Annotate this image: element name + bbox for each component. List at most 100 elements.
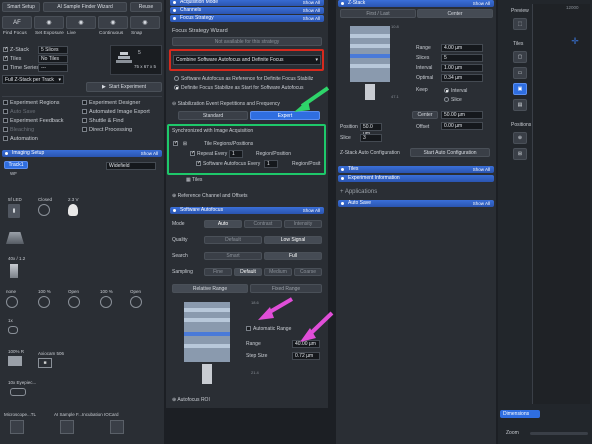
z-field-input-1[interactable]: 5 (441, 54, 483, 62)
bottom-tab-icon-2[interactable] (110, 420, 124, 434)
exp-option-value-1[interactable]: No Tiles (38, 55, 68, 63)
af-option-1-0[interactable]: Default (204, 236, 262, 244)
start-auto-config-button[interactable]: Start Auto Configuration (410, 148, 490, 157)
imaging-setup-header[interactable]: Imaging Setup Show All (2, 150, 162, 157)
positions-tool-1[interactable]: ⊕ (513, 132, 527, 144)
auto-save-header[interactable]: Auto Save Show All (338, 200, 494, 207)
fixed-range-tab[interactable]: Fixed Range (250, 284, 322, 293)
z-field-input-0[interactable]: 4.00 µm (441, 44, 483, 52)
reuse-button[interactable]: Reuse (130, 2, 162, 12)
sa-every-input[interactable]: 1 (264, 160, 278, 168)
position-input[interactable]: 50.0 µm (360, 123, 382, 137)
exp-option-value-0[interactable]: 5 Slices (38, 46, 68, 54)
af-option-1-1[interactable]: Low Signal (264, 236, 322, 244)
ai-sample-finder-button[interactable]: AI Sample Finder Wizard (43, 2, 127, 12)
offset-input[interactable]: 0.00 µm (441, 122, 483, 130)
light-path-component-icon-4[interactable] (130, 296, 142, 308)
af-option-3-0[interactable]: Fine (204, 268, 232, 276)
feature-checkbox-b2[interactable] (82, 118, 87, 123)
center-input[interactable]: 50.00 µm (441, 111, 483, 119)
bottom-tab-icon-0[interactable] (10, 420, 24, 434)
tiles-tool-4[interactable]: ▤ (513, 99, 527, 111)
zoom-slider[interactable] (530, 432, 588, 435)
experiment-info-header[interactable]: Experiment Information (338, 175, 494, 182)
keep-interval-radio[interactable] (444, 88, 449, 93)
step-size-input[interactable]: 0.72 µm (292, 352, 320, 360)
af-option-3-3[interactable]: Coarse (294, 268, 322, 276)
show-all-toggle[interactable]: Show All (473, 0, 490, 7)
objective-icon[interactable] (10, 264, 18, 278)
feature-checkbox-b0[interactable] (82, 100, 87, 105)
center-button[interactable]: Center (412, 111, 438, 119)
radio-df-start[interactable] (174, 85, 179, 90)
preview-button[interactable]: ⬚ (513, 18, 527, 30)
tiles-tool-3[interactable]: ▣ (513, 83, 527, 95)
relative-range-tab[interactable]: Relative Range (172, 284, 248, 293)
tool-icon-button-3[interactable]: ◉ (98, 16, 128, 29)
positions-tool-2[interactable]: ⊞ (513, 148, 527, 160)
light-path-component-icon-0[interactable] (6, 296, 18, 308)
exp-option-checkbox-0[interactable] (3, 46, 8, 52)
af-option-2-1[interactable]: Full (264, 252, 322, 260)
sa-every-checkbox[interactable] (196, 160, 201, 166)
dimensions-tab[interactable]: Dimensions (500, 410, 540, 418)
tool-icon-button-4[interactable]: ◉ (130, 16, 160, 29)
sync-checkbox[interactable] (173, 140, 178, 146)
light-path-component-icon-2[interactable] (68, 296, 80, 308)
standard-button[interactable]: Standard (178, 111, 248, 120)
tiles-header[interactable]: Tiles Show All (338, 166, 494, 173)
track1-button[interactable]: Track1 (4, 161, 28, 169)
feature-checkbox-a0[interactable] (3, 100, 8, 105)
show-all-toggle[interactable]: Show All (141, 150, 158, 157)
exp-option-checkbox-1[interactable] (3, 55, 8, 61)
middle-header-2[interactable]: Focus Strategy Show All (170, 15, 324, 22)
show-all-toggle[interactable]: Show All (473, 166, 490, 173)
camera-icon[interactable]: ■ (38, 358, 52, 368)
shutter-icon[interactable] (38, 204, 50, 216)
keep-slice-radio[interactable] (444, 97, 449, 102)
af-option-3-1[interactable]: Default (234, 268, 262, 276)
software-autofocus-header[interactable]: Software Autofocus Show All (170, 207, 324, 214)
repeat-input[interactable]: 1 (229, 150, 243, 158)
tool-icon-button-0[interactable]: AF (2, 16, 32, 29)
reflector-icon[interactable] (8, 356, 22, 366)
first-last-tab[interactable]: First / Last (340, 9, 416, 18)
light-path-component-icon-3[interactable] (100, 296, 112, 308)
track-select[interactable]: Full Z-Stack per Track ▾ (2, 75, 64, 84)
feature-checkbox-a3[interactable] (3, 127, 8, 132)
middle-header-0[interactable]: Acquisition Mode Show All (170, 0, 324, 6)
lamp-bulb-icon[interactable] (68, 204, 78, 216)
tiles-tool-1[interactable]: ▢ (513, 51, 527, 63)
automatic-range-checkbox[interactable] (246, 326, 251, 331)
tool-icon-button-1[interactable]: ◉ (34, 16, 64, 29)
repeat-checkbox[interactable] (190, 150, 195, 156)
exp-option-checkbox-2[interactable] (3, 65, 8, 70)
center-tab[interactable]: Center (417, 9, 493, 18)
tiles-tool-2[interactable]: ▭ (513, 67, 527, 79)
radio-sw-af-reference[interactable] (174, 76, 179, 81)
start-experiment-button[interactable]: ▶ Start Experiment (86, 82, 162, 92)
smart-setup-button[interactable]: Smart Setup (2, 2, 40, 12)
show-all-toggle[interactable]: Show All (303, 0, 320, 6)
z-stack-header[interactable]: Z-Stack Show All (338, 0, 494, 7)
middle-header-1[interactable]: Channels Show All (170, 7, 324, 14)
bottom-tab-icon-1[interactable] (60, 420, 74, 434)
led-lamp-icon[interactable]: ▮ (8, 204, 20, 218)
eyepiece-icon[interactable] (10, 388, 26, 396)
feature-checkbox-b3[interactable] (82, 127, 87, 132)
tool-icon-button-2[interactable]: ◉ (66, 16, 96, 29)
widefield-select[interactable]: Widefield (106, 162, 156, 170)
z-field-input-3[interactable]: 0.34 µm (441, 74, 483, 82)
strategy-select[interactable]: Combine Software Autofocus and Definite … (173, 55, 321, 65)
stage-map-canvas[interactable] (532, 4, 590, 404)
show-all-toggle[interactable]: Show All (303, 7, 320, 14)
feature-checkbox-a1[interactable] (3, 109, 8, 114)
af-option-0-1[interactable]: Contrast (244, 220, 282, 228)
tube-lens-icon[interactable] (8, 326, 18, 334)
feature-checkbox-b1[interactable] (82, 109, 87, 114)
af-option-0-2[interactable]: Intensity (284, 220, 322, 228)
z-field-input-2[interactable]: 1.00 µm (441, 64, 483, 72)
feature-checkbox-a4[interactable] (3, 136, 8, 141)
exp-option-value-2[interactable]: --- (38, 64, 68, 72)
show-all-toggle[interactable]: Show All (473, 200, 490, 207)
